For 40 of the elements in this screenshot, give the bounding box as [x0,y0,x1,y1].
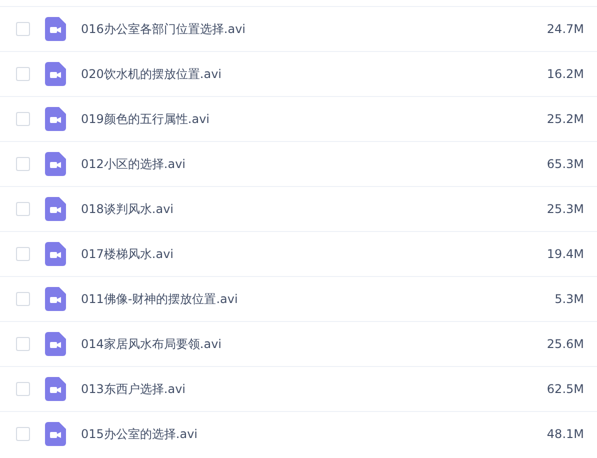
video-file-icon [45,242,66,266]
video-file-icon [45,152,66,176]
file-size: 16.2M [546,67,584,81]
file-size: 65.3M [546,157,584,171]
checkbox[interactable] [16,427,30,441]
video-file-icon [45,17,66,41]
video-file-icon [45,107,66,131]
file-name[interactable]: 016办公室各部门位置选择.avi [81,20,547,38]
file-size: 25.3M [546,202,584,216]
checkbox[interactable] [16,22,30,36]
checkbox[interactable] [16,247,30,261]
file-name[interactable]: 019颜色的五行属性.avi [81,110,547,128]
file-name[interactable]: 018谈判风水.avi [81,200,547,218]
file-size: 19.4M [546,247,584,261]
video-file-icon [45,197,66,221]
file-name[interactable]: 011佛像-财神的摆放位置.avi [81,290,555,308]
checkbox[interactable] [16,157,30,171]
checkbox[interactable] [16,337,30,351]
checkbox[interactable] [16,202,30,216]
file-size: 24.7M [546,22,584,36]
file-size: 25.2M [546,112,584,126]
video-file-icon [45,422,66,446]
file-size: 25.6M [546,337,584,351]
video-file-icon [45,332,66,356]
file-name[interactable]: 012小区的选择.avi [81,156,547,172]
file-name[interactable]: 015办公室的选择.avi [81,426,547,442]
checkbox[interactable] [16,67,30,81]
file-size: 48.1M [546,427,584,441]
file-name[interactable]: 013东西户选择.avi [81,380,547,398]
file-size: 62.5M [546,382,584,396]
file-name[interactable]: 017楼梯风水.avi [81,246,547,262]
checkbox[interactable] [16,112,30,126]
video-file-icon [45,62,66,86]
video-file-icon [45,287,66,311]
checkbox[interactable] [16,292,30,306]
file-name[interactable]: 014家居风水布局要领.avi [81,336,547,352]
video-file-icon [45,377,66,401]
checkbox[interactable] [16,382,30,396]
file-name[interactable]: 020饮水机的摆放位置.avi [81,66,547,82]
file-size: 5.3M [554,292,584,306]
